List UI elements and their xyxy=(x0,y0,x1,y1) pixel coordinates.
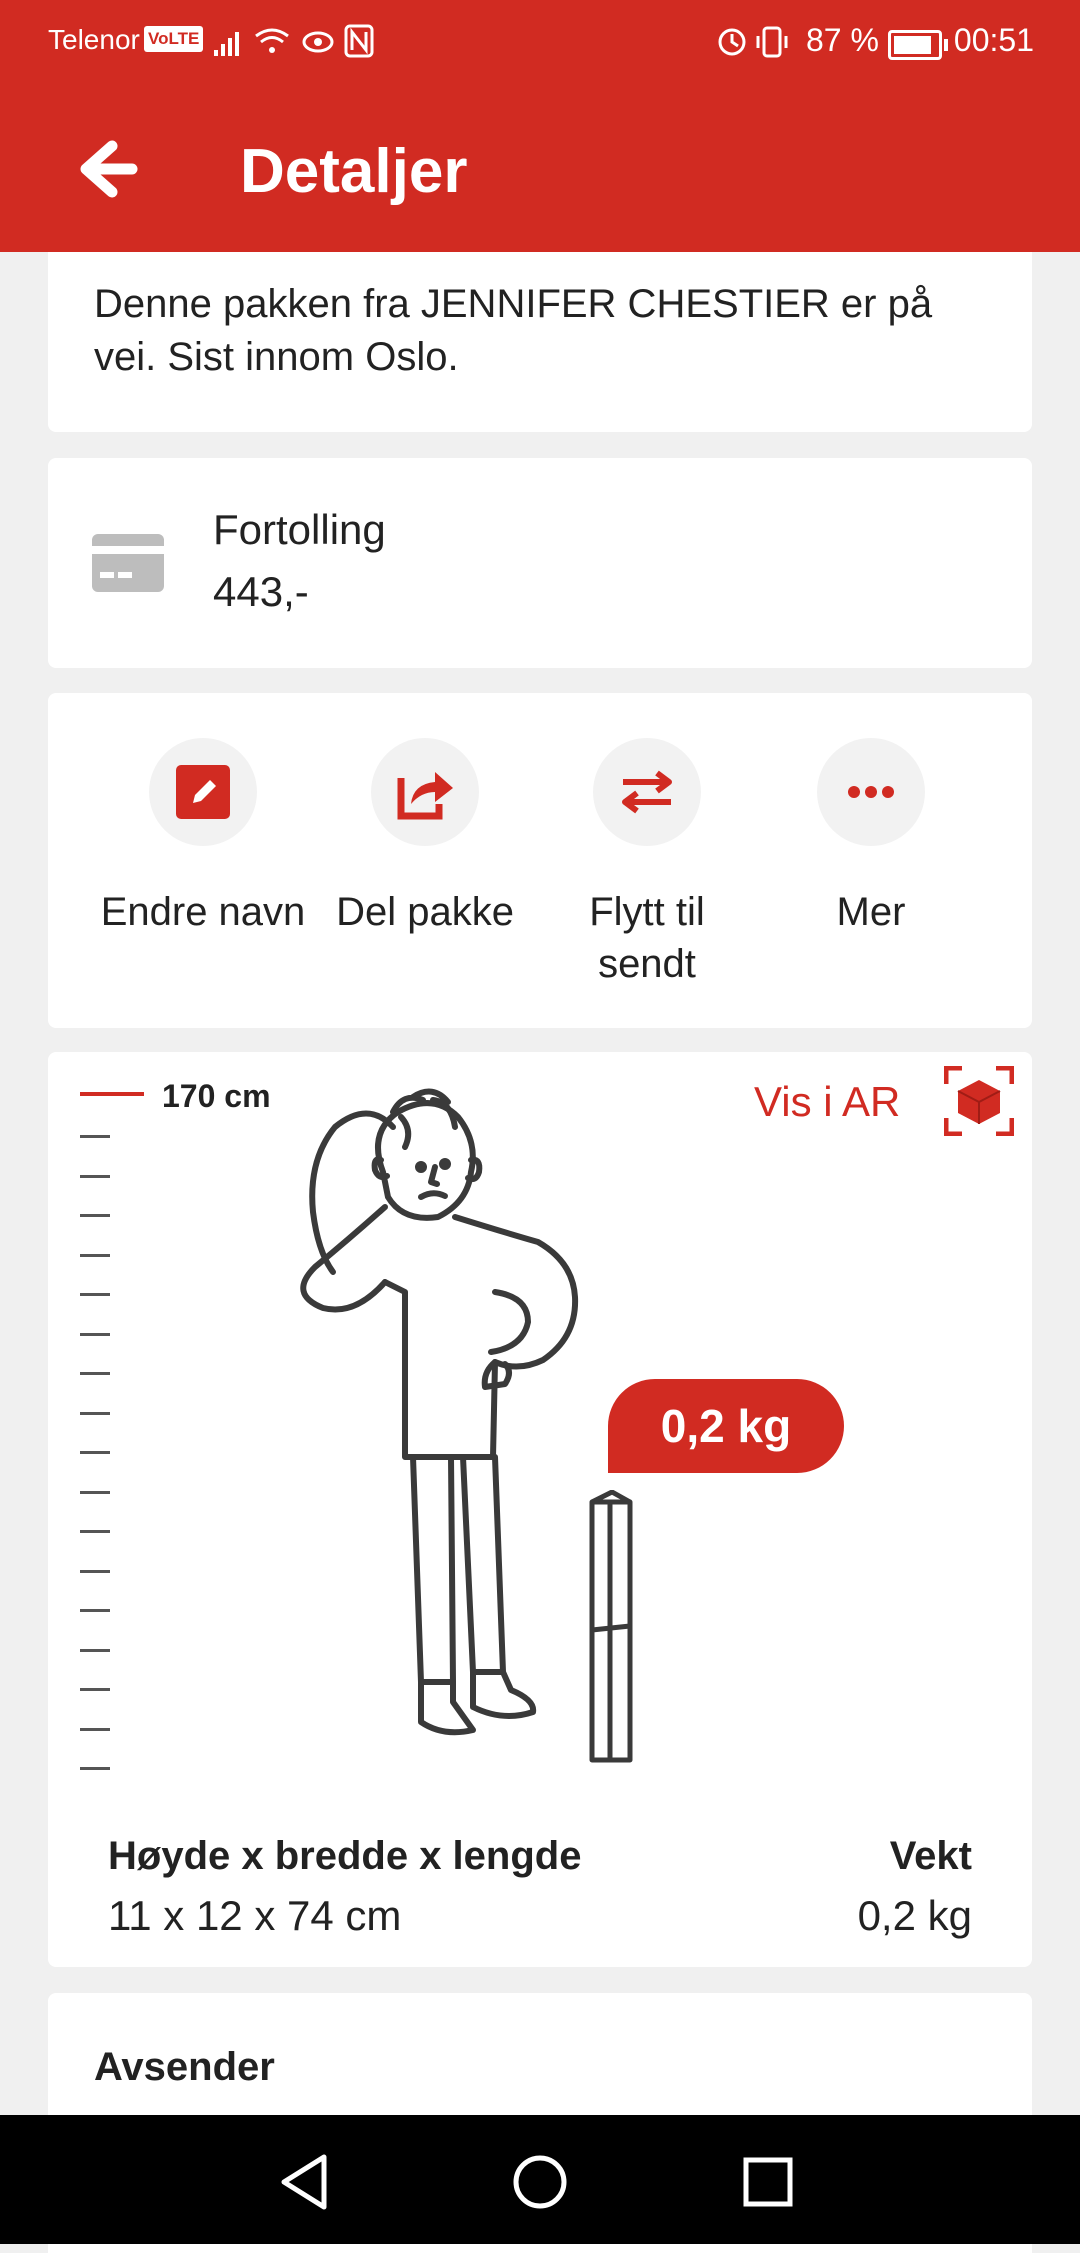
signal-wifi-eye-nfc-icons xyxy=(214,24,374,58)
alarm-vibrate-icons xyxy=(718,26,788,58)
summary-text: Denne pakken fra JENNIFER CHESTIER er på… xyxy=(94,282,933,379)
move-to-sent-button[interactable]: Flytt til sendt xyxy=(536,738,758,990)
ruler-tick xyxy=(80,1332,110,1336)
volte-badge: VoLTE xyxy=(144,26,204,52)
nav-back-icon[interactable] xyxy=(272,2147,342,2217)
parcel-illustration xyxy=(589,1490,633,1763)
move-to-sent-label: Flytt til sendt xyxy=(589,890,705,986)
weight-value: 0,2 kg xyxy=(857,1892,972,1939)
ruler-tick xyxy=(80,1648,110,1652)
customs-amount: 443,- xyxy=(213,568,309,615)
ruler-tick xyxy=(80,1609,110,1612)
ruler-tick xyxy=(80,1214,110,1217)
ruler-tick xyxy=(80,1451,110,1454)
ruler-tick xyxy=(80,1174,110,1178)
summary-card: Denne pakken fra JENNIFER CHESTIER er på… xyxy=(48,252,1032,432)
nav-home-icon[interactable] xyxy=(505,2147,575,2217)
dimensions-heading: Høyde x bredde x lengde xyxy=(108,1834,582,1878)
ruler-tick xyxy=(80,1530,110,1533)
status-bar: Telenor VoLTE 87 % 00:51 xyxy=(0,0,1080,84)
system-nav-bar xyxy=(0,2115,1080,2244)
ruler-tick xyxy=(80,1411,110,1415)
ar-cube-icon xyxy=(944,1066,1014,1136)
customs-label: Fortolling xyxy=(213,506,386,553)
sender-heading: Avsender xyxy=(94,2045,275,2089)
ruler-tick xyxy=(80,1135,110,1138)
customs-card[interactable]: Fortolling 443,- xyxy=(48,458,1032,668)
carrier-name: Telenor xyxy=(48,24,140,55)
ruler-tick xyxy=(80,1253,110,1257)
height-label: 170 cm xyxy=(162,1078,271,1114)
ruler-tick xyxy=(80,1490,110,1494)
height-marker xyxy=(80,1092,144,1096)
ruler-tick xyxy=(80,1767,110,1770)
app-bar: Detaljer xyxy=(0,84,1080,252)
edit-icon xyxy=(176,765,230,819)
more-label: Mer xyxy=(836,890,906,934)
ruler-tick xyxy=(80,1688,110,1691)
top-bar: Telenor VoLTE 87 % 00:51 Detaljer xyxy=(0,0,1080,252)
package-size-card: 170 cm Vis i AR 0,2 kg Høyde x bredde x … xyxy=(48,1052,1032,1967)
weight-bubble: 0,2 kg xyxy=(608,1379,844,1473)
weight-heading: Vekt xyxy=(889,1834,972,1878)
actions-card: Endre navn Del pakke Flytt til sendt Mer xyxy=(48,693,1032,1028)
swap-arrows-icon xyxy=(622,770,672,814)
more-button[interactable]: Mer xyxy=(760,738,982,938)
ruler-tick xyxy=(80,1569,110,1573)
clock: 00:51 xyxy=(953,22,1034,58)
ruler-tick xyxy=(80,1727,110,1731)
ruler-tick xyxy=(80,1293,110,1296)
credit-card-icon xyxy=(92,534,164,592)
battery-percent: 87 % xyxy=(806,22,879,58)
dimensions-value: 11 x 12 x 74 cm xyxy=(108,1892,402,1939)
ruler-tick xyxy=(80,1372,110,1375)
rename-button[interactable]: Endre navn xyxy=(92,738,314,938)
arrow-left-icon[interactable] xyxy=(68,134,148,204)
share-icon xyxy=(397,772,453,820)
view-in-ar-label: Vis i AR xyxy=(754,1078,901,1125)
more-dots-icon xyxy=(848,786,894,798)
nav-recents-icon[interactable] xyxy=(733,2147,803,2217)
view-in-ar-button[interactable]: Vis i AR xyxy=(754,1066,1014,1136)
page-title: Detaljer xyxy=(240,137,468,206)
battery-icon xyxy=(888,30,948,60)
share-package-button[interactable]: Del pakke xyxy=(314,738,536,938)
share-label: Del pakke xyxy=(336,890,514,934)
rename-label: Endre navn xyxy=(100,890,306,934)
